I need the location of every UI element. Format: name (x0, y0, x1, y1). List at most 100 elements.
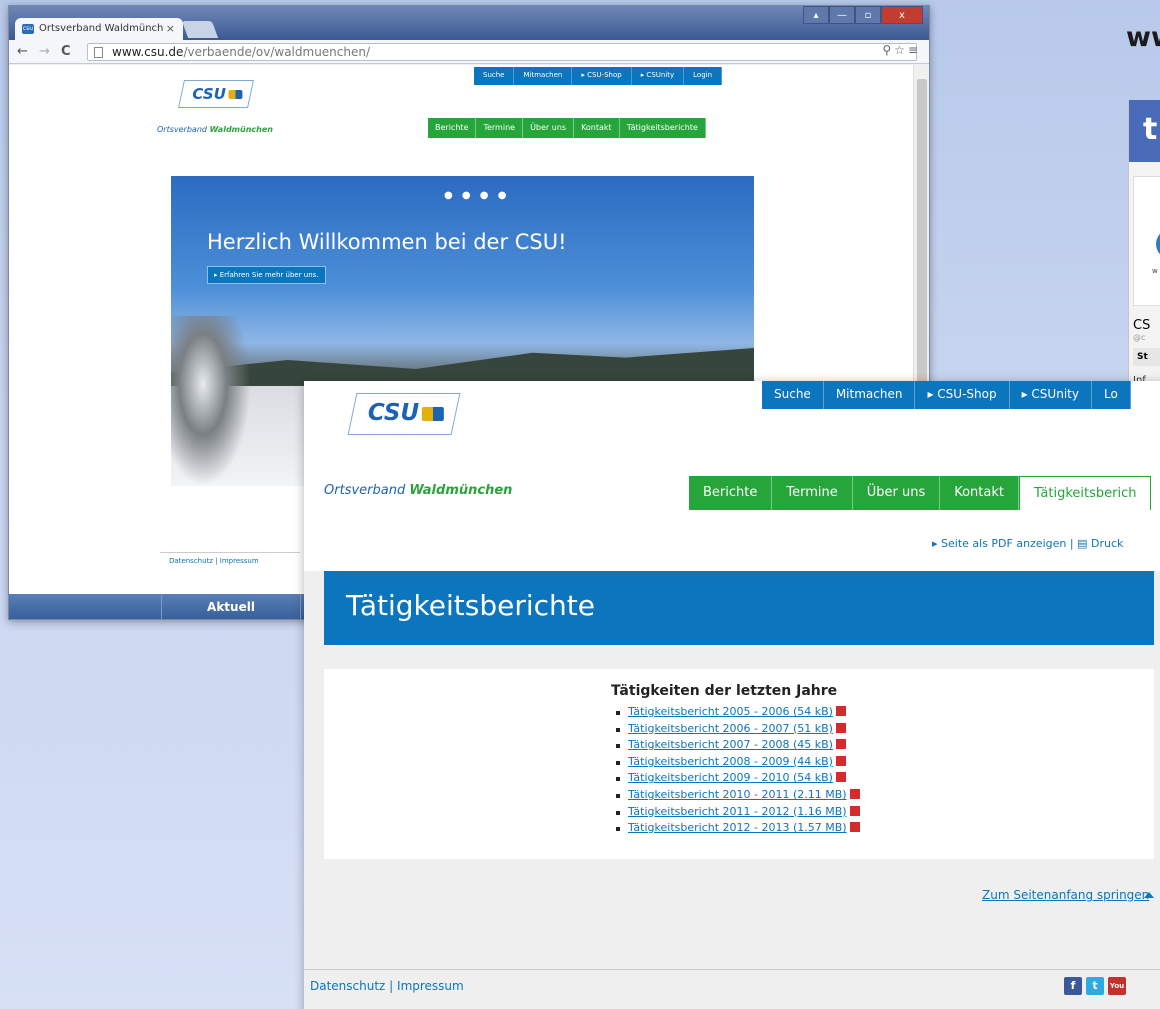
meta-nav: Suche Mitmachen ▸ CSU-Shop ▸ CSUnity Log… (474, 67, 723, 85)
tab-close-icon[interactable]: × (166, 22, 175, 35)
main-nav-termine[interactable]: Termine (772, 476, 853, 510)
hero-title: Herzlich Willkommen bei der CSU! (207, 230, 567, 254)
pdf-icon[interactable] (835, 739, 846, 750)
front-page-window: CSU Ortsverband Waldmünchen Suche Mitmac… (304, 381, 1160, 1009)
pdf-icon[interactable] (835, 722, 846, 733)
report-link[interactable]: Tätigkeitsbericht 2006 - 2007 (51 kB) (628, 722, 833, 735)
list-item: Tätigkeitsbericht 2008 - 2009 (44 kB) (616, 755, 860, 772)
window-pin-button[interactable]: ▴ (803, 6, 829, 24)
pdf-icon[interactable] (835, 755, 846, 766)
back-to-top-link[interactable]: Zum Seitenanfang springen (982, 888, 1149, 902)
main-nav-kontakt[interactable]: Kontakt (940, 476, 1019, 510)
report-list: Tätigkeitsbericht 2005 - 2006 (54 kB) Tä… (616, 705, 860, 838)
back-footer-links[interactable]: Datenschutz | Impressum (169, 557, 259, 565)
reload-icon[interactable]: C (61, 44, 71, 59)
main-nav-ueber-uns[interactable]: Über uns (853, 476, 941, 510)
arrow-up-icon[interactable] (1144, 892, 1154, 898)
profile-logo-icon (1156, 229, 1160, 259)
org-name: Ortsverband Waldmünchen (157, 125, 273, 134)
front-header: CSU Ortsverband Waldmünchen Suche Mitmac… (304, 381, 1160, 571)
main-nav-berichte[interactable]: Berichte (689, 476, 773, 510)
meta-nav: Suche Mitmachen ▸ CSU-Shop ▸ CSUnity Lo (762, 381, 1131, 409)
pdf-icon[interactable] (835, 772, 846, 783)
scrollbar-thumb[interactable] (917, 79, 927, 409)
meta-nav-csunity[interactable]: ▸ CSUnity (632, 67, 685, 85)
slider-dots[interactable]: ● ● ● ● (444, 190, 509, 201)
csu-logo[interactable]: CSU (178, 80, 254, 108)
hero-tree (171, 316, 251, 486)
report-link[interactable]: Tätigkeitsbericht 2012 - 2013 (1.57 MB) (628, 821, 847, 834)
url-path: /verbaende/ov/waldmuenchen/ (183, 45, 371, 59)
pdf-print-links[interactable]: ▸ Seite als PDF anzeigen | ▤ Druck (932, 537, 1123, 550)
bottom-nav-aktuell[interactable]: Aktuell (161, 594, 301, 619)
window-maximize-button[interactable]: ▫ (855, 6, 881, 24)
meta-nav-login[interactable]: Login (684, 67, 723, 85)
meta-nav-login[interactable]: Lo (1092, 381, 1131, 409)
url-host: www.csu.de (112, 45, 184, 59)
window-minimize-button[interactable]: — (829, 6, 855, 24)
main-nav-taetigkeitsberichte[interactable]: Tätigkeitsberichte (620, 118, 706, 138)
meta-nav-csunity[interactable]: ▸ CSUnity (1010, 381, 1092, 409)
content-box: Tätigkeiten der letzten Jahre Tätigkeits… (324, 669, 1154, 859)
favicon-icon: csu (22, 24, 34, 34)
zoom-star-menu-icons[interactable]: ⚲☆≡ (882, 43, 921, 57)
meta-nav-search[interactable]: Suche (762, 381, 824, 409)
pdf-icon[interactable] (849, 805, 860, 816)
footer-links[interactable]: Datenschutz | Impressum (310, 979, 464, 993)
profile-logo-text: w (1152, 267, 1158, 275)
main-nav-termine[interactable]: Termine (476, 118, 524, 138)
side-profile-card: w (1133, 176, 1160, 306)
list-item: Tätigkeitsbericht 2009 - 2010 (54 kB) (616, 771, 860, 788)
side-profile-handle: @c (1133, 333, 1146, 342)
report-link[interactable]: Tätigkeitsbericht 2009 - 2010 (54 kB) (628, 771, 833, 784)
meta-nav-mitmachen[interactable]: Mitmachen (824, 381, 916, 409)
csu-logo[interactable]: CSU (347, 393, 461, 435)
main-nav-taetigkeitsberichte[interactable]: Tätigkeitsberich (1018, 476, 1152, 510)
window-close-button[interactable]: x (881, 6, 923, 24)
window-controls: ▴ — ▫ x (803, 6, 923, 24)
meta-nav-search[interactable]: Suche (474, 67, 515, 85)
pdf-icon[interactable] (849, 822, 860, 833)
main-nav-berichte[interactable]: Berichte (428, 118, 477, 138)
list-item: Tätigkeitsbericht 2007 - 2008 (45 kB) (616, 738, 860, 755)
report-link[interactable]: Tätigkeitsbericht 2005 - 2006 (54 kB) (628, 705, 833, 718)
report-link[interactable]: Tätigkeitsbericht 2008 - 2009 (44 kB) (628, 755, 833, 768)
report-link[interactable]: Tätigkeitsbericht 2010 - 2011 (2.11 MB) (628, 788, 847, 801)
report-link[interactable]: Tätigkeitsbericht 2007 - 2008 (45 kB) (628, 738, 833, 751)
twitter-icon[interactable]: t (1086, 977, 1104, 995)
youtube-icon[interactable]: You (1108, 977, 1126, 995)
side-header: t (1129, 100, 1160, 162)
org-name: Ortsverband Waldmünchen (324, 483, 513, 498)
browser-tab[interactable]: csu Ortsverband Waldmünch × (15, 18, 183, 40)
footer-divider (304, 969, 1160, 970)
tab-title: Ortsverband Waldmünch (39, 23, 164, 34)
main-nav: Berichte Termine Über uns Kontakt Tätigk… (428, 118, 706, 138)
meta-nav-shop[interactable]: ▸ CSU-Shop (915, 381, 1010, 409)
facebook-icon[interactable]: f (1064, 977, 1082, 995)
meta-nav-mitmachen[interactable]: Mitmachen (514, 67, 573, 85)
list-item: Tätigkeitsbericht 2006 - 2007 (51 kB) (616, 722, 860, 739)
back-arrow-icon[interactable]: ← (17, 44, 28, 59)
main-nav: Berichte Termine Über uns Kontakt Tätigk… (689, 476, 1152, 510)
main-nav-kontakt[interactable]: Kontakt (574, 118, 620, 138)
title-banner: Tätigkeitsberichte (324, 571, 1154, 645)
social-icons: f t You (1064, 977, 1126, 995)
promo-url-text: ww (1126, 22, 1160, 53)
address-bar[interactable]: www.csu.de/verbaende/ov/waldmuenchen/ (87, 43, 917, 61)
report-link[interactable]: Tätigkeitsbericht 2011 - 2012 (1.16 MB) (628, 805, 847, 818)
list-item: Tätigkeitsbericht 2005 - 2006 (54 kB) (616, 705, 860, 722)
main-nav-ueber-uns[interactable]: Über uns (523, 118, 575, 138)
list-item: Tätigkeitsbericht 2010 - 2011 (2.11 MB) (616, 788, 860, 805)
side-tab[interactable]: St (1133, 348, 1160, 366)
forward-arrow-icon[interactable]: → (39, 44, 50, 59)
new-tab-button[interactable] (181, 21, 219, 38)
pdf-icon[interactable] (835, 706, 846, 716)
pdf-icon[interactable] (849, 788, 860, 799)
meta-nav-shop[interactable]: ▸ CSU-Shop (572, 67, 632, 85)
hero-more-button[interactable]: ▸ Erfahren Sie mehr über uns. (207, 266, 326, 284)
footer-divider (160, 552, 300, 553)
content-heading: Tätigkeiten der letzten Jahre (611, 683, 838, 699)
page-title: Tätigkeitsberichte (346, 589, 595, 622)
browser-toolbar: ← → C www.csu.de/verbaende/ov/waldmuench… (9, 40, 929, 64)
list-item: Tätigkeitsbericht 2012 - 2013 (1.57 MB) (616, 821, 860, 838)
